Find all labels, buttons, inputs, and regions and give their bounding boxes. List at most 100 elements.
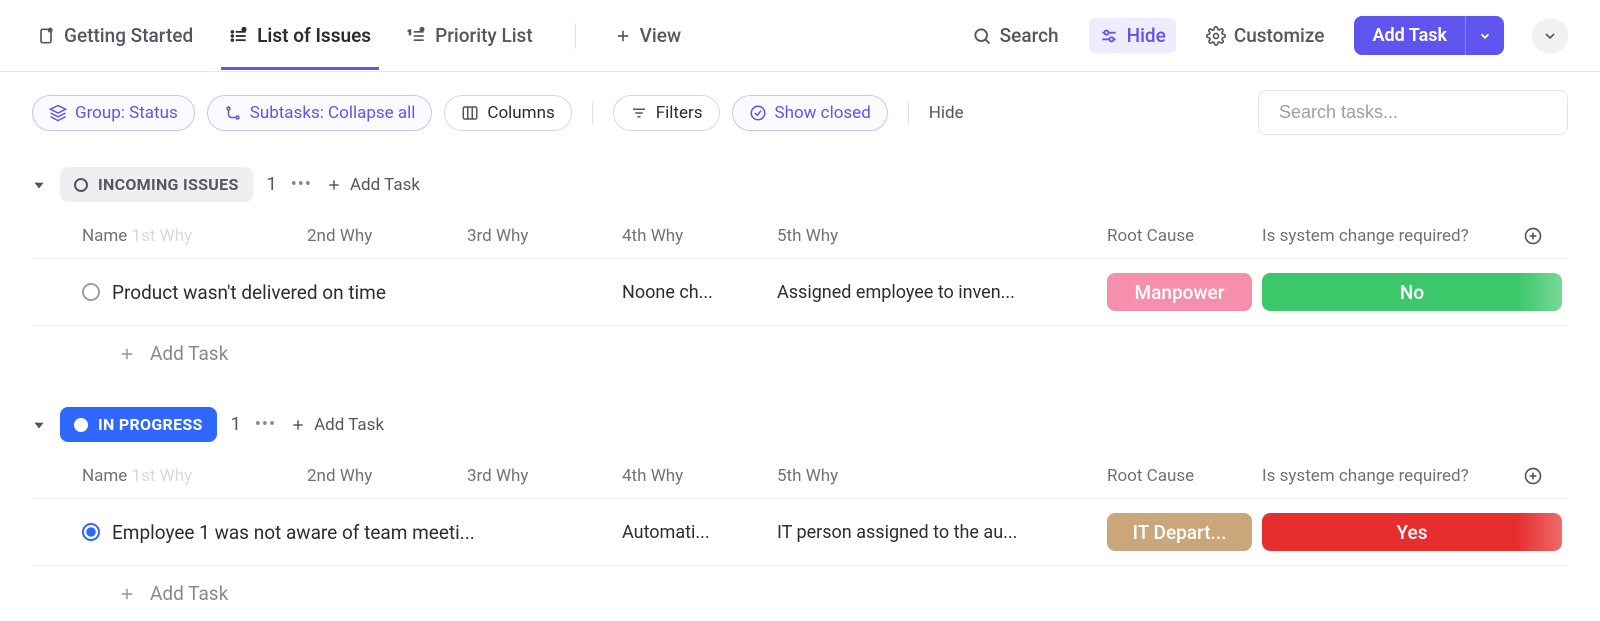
table-header: Name 1st Why 2nd Why 3rd Why 4th Why 5th… <box>32 214 1568 259</box>
column-name[interactable]: Name 1st Why <box>82 466 307 486</box>
group-more-button[interactable]: ••• <box>291 174 312 195</box>
group-incoming-issues: Incoming Issues 1 ••• Add Task Name 1st … <box>0 167 1600 381</box>
customize-button[interactable]: Customize <box>1196 18 1335 53</box>
cell-5th-why[interactable]: Assigned employee to inven... <box>777 282 1107 303</box>
group-count: 1 <box>231 414 241 435</box>
search-tasks-wrapper <box>1258 90 1568 135</box>
group-header: In Progress 1 ••• Add Task <box>32 407 1568 442</box>
tab-label: Priority List <box>435 24 533 47</box>
search-tasks-field[interactable] <box>1258 90 1568 135</box>
add-column-button[interactable] <box>1523 466 1543 486</box>
expand-button[interactable] <box>1532 18 1568 54</box>
column-system-change[interactable]: Is system change required? <box>1262 466 1517 486</box>
group-label: Group: Status <box>75 103 178 123</box>
group-count: 1 <box>267 174 277 195</box>
task-name[interactable]: Product wasn't delivered on time <box>112 281 386 304</box>
column-3rd-why[interactable]: 3rd Why <box>467 226 622 246</box>
hide-button[interactable]: Hide <box>1089 18 1176 53</box>
status-dot-icon <box>74 178 88 192</box>
column-4th-why[interactable]: 4th Why <box>622 226 777 246</box>
cell-root-cause[interactable]: IT Depart... <box>1107 513 1252 551</box>
status-label: In Progress <box>98 415 203 434</box>
view-label: View <box>640 24 681 47</box>
plus-icon <box>118 345 136 363</box>
tab-list-of-issues[interactable]: List of Issues <box>225 2 375 69</box>
tab-priority-list[interactable]: 1 Priority List <box>403 2 537 69</box>
column-name[interactable]: Name 1st Why <box>82 226 307 246</box>
columns-pill[interactable]: Columns <box>444 95 571 131</box>
column-3rd-why[interactable]: 3rd Why <box>467 466 622 486</box>
column-first-why-label-ghost: 1st Why <box>132 466 193 486</box>
add-task-dropdown[interactable] <box>1465 16 1504 55</box>
tab-getting-started[interactable]: Getting Started <box>32 2 197 69</box>
cell-system-change[interactable]: Yes <box>1262 513 1562 551</box>
hide-label: Hide <box>1127 24 1166 47</box>
search-label: Search <box>1000 24 1059 47</box>
collapse-toggle[interactable] <box>32 418 46 432</box>
group-in-progress: In Progress 1 ••• Add Task Name 1st Why … <box>0 407 1600 621</box>
toolbar-right: Search Hide Customize Add Task <box>962 16 1568 55</box>
column-2nd-why[interactable]: 2nd Why <box>307 226 467 246</box>
columns-label: Columns <box>487 103 554 123</box>
search-icon <box>972 26 992 46</box>
tab-label: List of Issues <box>257 24 371 47</box>
column-first-why-label-ghost: 1st Why <box>132 226 193 246</box>
group-header: Incoming Issues 1 ••• Add Task <box>32 167 1568 202</box>
subtasks-pill[interactable]: Subtasks: Collapse all <box>207 95 433 131</box>
divider <box>908 101 909 125</box>
group-add-task-button[interactable]: Add Task <box>326 175 420 195</box>
task-name[interactable]: Employee 1 was not aware of team meeti..… <box>112 521 475 544</box>
filter-bar: Group: Status Subtasks: Collapse all Col… <box>0 72 1600 153</box>
plus-icon <box>326 177 342 193</box>
layers-icon <box>49 104 67 122</box>
add-task-row[interactable]: Add Task <box>32 326 1568 381</box>
task-status-icon[interactable] <box>82 523 100 541</box>
add-task-label: Add Task <box>150 582 228 605</box>
column-5th-why[interactable]: 5th Why <box>777 226 1107 246</box>
search-tasks-input[interactable] <box>1277 101 1549 124</box>
hide-link[interactable]: Hide <box>929 103 964 123</box>
add-task-row[interactable]: Add Task <box>32 566 1568 621</box>
show-closed-label: Show closed <box>775 103 871 123</box>
cell-system-change[interactable]: No <box>1262 273 1562 311</box>
column-2nd-why[interactable]: 2nd Why <box>307 466 467 486</box>
show-closed-pill[interactable]: Show closed <box>732 95 888 131</box>
search-button[interactable]: Search <box>962 18 1069 53</box>
task-status-icon[interactable] <box>82 283 100 301</box>
filters-pill[interactable]: Filters <box>613 95 720 131</box>
sliders-icon <box>1099 26 1119 46</box>
add-task-label: Add Task <box>350 175 420 195</box>
add-task-button-group: Add Task <box>1354 16 1504 55</box>
filters-label: Filters <box>656 103 703 123</box>
column-system-change[interactable]: Is system change required? <box>1262 226 1517 246</box>
root-cause-chip: IT Depart... <box>1107 513 1252 551</box>
columns-icon <box>461 104 479 122</box>
column-root-cause[interactable]: Root Cause <box>1107 226 1262 246</box>
column-name-label: Name <box>82 226 127 246</box>
group-pill[interactable]: Group: Status <box>32 95 195 131</box>
table-row[interactable]: Employee 1 was not aware of team meeti..… <box>32 499 1568 566</box>
add-column-button[interactable] <box>1523 226 1543 246</box>
status-pill-incoming[interactable]: Incoming Issues <box>60 167 253 202</box>
table-row[interactable]: Product wasn't delivered on time Noone c… <box>32 259 1568 326</box>
cell-5th-why[interactable]: IT person assigned to the au... <box>777 522 1107 543</box>
group-more-button[interactable]: ••• <box>255 414 276 435</box>
column-5th-why[interactable]: 5th Why <box>777 466 1107 486</box>
status-pill-in-progress[interactable]: In Progress <box>60 407 217 442</box>
cell-4th-why[interactable]: Automati... <box>622 522 777 543</box>
column-root-cause[interactable]: Root Cause <box>1107 466 1262 486</box>
add-view-button[interactable]: View <box>614 24 681 47</box>
status-dot-icon <box>74 418 88 432</box>
table-header: Name 1st Why 2nd Why 3rd Why 4th Why 5th… <box>32 454 1568 499</box>
divider <box>575 23 576 49</box>
cell-4th-why[interactable]: Noone ch... <box>622 282 777 303</box>
group-add-task-button[interactable]: Add Task <box>290 415 384 435</box>
plus-icon <box>290 417 306 433</box>
filter-icon <box>630 104 648 122</box>
column-4th-why[interactable]: 4th Why <box>622 466 777 486</box>
cell-root-cause[interactable]: Manpower <box>1107 273 1252 311</box>
gear-icon <box>1206 26 1226 46</box>
add-task-button[interactable]: Add Task <box>1354 16 1465 55</box>
collapse-toggle[interactable] <box>32 178 46 192</box>
svg-text:1: 1 <box>408 28 412 36</box>
